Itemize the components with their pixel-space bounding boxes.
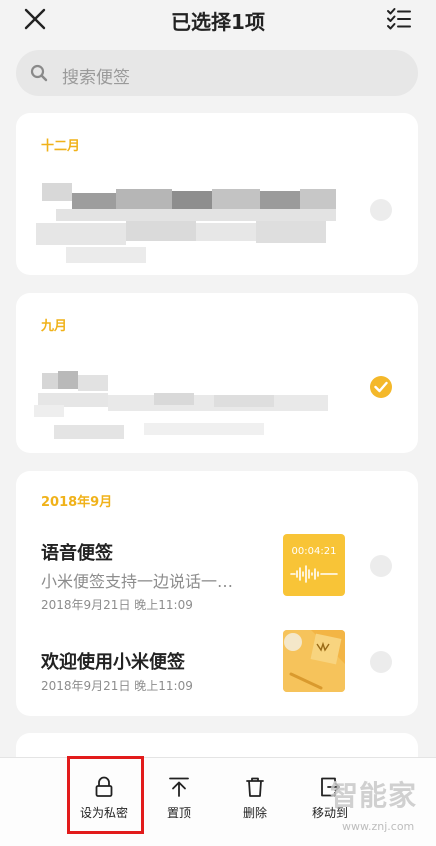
checklist-icon[interactable] <box>386 6 412 32</box>
search-placeholder: 搜索便签 <box>62 68 130 88</box>
note-group-december: 十二月 <box>16 113 418 275</box>
blurred-note-content[interactable] <box>34 367 334 449</box>
voice-note-thumbnail: 00:04:21 <box>283 534 345 596</box>
note-group-september: 九月 <box>16 293 418 453</box>
search-bar[interactable]: 搜索便签 <box>16 50 418 96</box>
watermark-url: www.znj.com <box>342 820 415 833</box>
group-month-label: 十二月 <box>41 139 81 154</box>
delete-label: 删除 <box>242 806 267 820</box>
note-group-2018-september: 2018年9月 语音便签 小米便签支持一边说话一… 2018年9月21日 晚上1… <box>16 471 418 716</box>
pin-to-top-label: 置顶 <box>166 806 191 820</box>
watermark-logo: 智能家 <box>330 779 418 812</box>
note-title: 欢迎使用小米便签 <box>41 652 185 673</box>
note-preview: 小米便签支持一边说话一… <box>41 572 234 591</box>
select-radio[interactable] <box>370 651 392 673</box>
voice-duration: 00:04:21 <box>291 546 337 557</box>
pin-to-top-button[interactable]: 置顶 <box>141 776 217 821</box>
group-month-label: 2018年9月 <box>41 495 113 510</box>
select-radio[interactable] <box>370 555 392 577</box>
note-title: 语音便签 <box>41 543 113 564</box>
search-icon <box>30 64 48 82</box>
select-radio-checked[interactable] <box>370 376 392 398</box>
welcome-note-thumbnail <box>283 630 345 692</box>
select-radio[interactable] <box>370 199 392 221</box>
delete-button[interactable]: 删除 <box>217 776 293 821</box>
blurred-note-content[interactable] <box>36 175 336 270</box>
note-time: 2018年9月21日 晚上11:09 <box>41 679 193 693</box>
page-title: 已选择1项 <box>171 10 265 34</box>
waveform-icon <box>290 565 338 583</box>
trash-icon <box>246 777 264 797</box>
group-month-label: 九月 <box>41 319 68 334</box>
pin-top-icon <box>169 777 189 797</box>
note-time: 2018年9月21日 晚上11:09 <box>41 598 193 612</box>
annotation-highlight-box <box>67 756 144 834</box>
top-bar: 已选择1项 <box>0 0 436 40</box>
